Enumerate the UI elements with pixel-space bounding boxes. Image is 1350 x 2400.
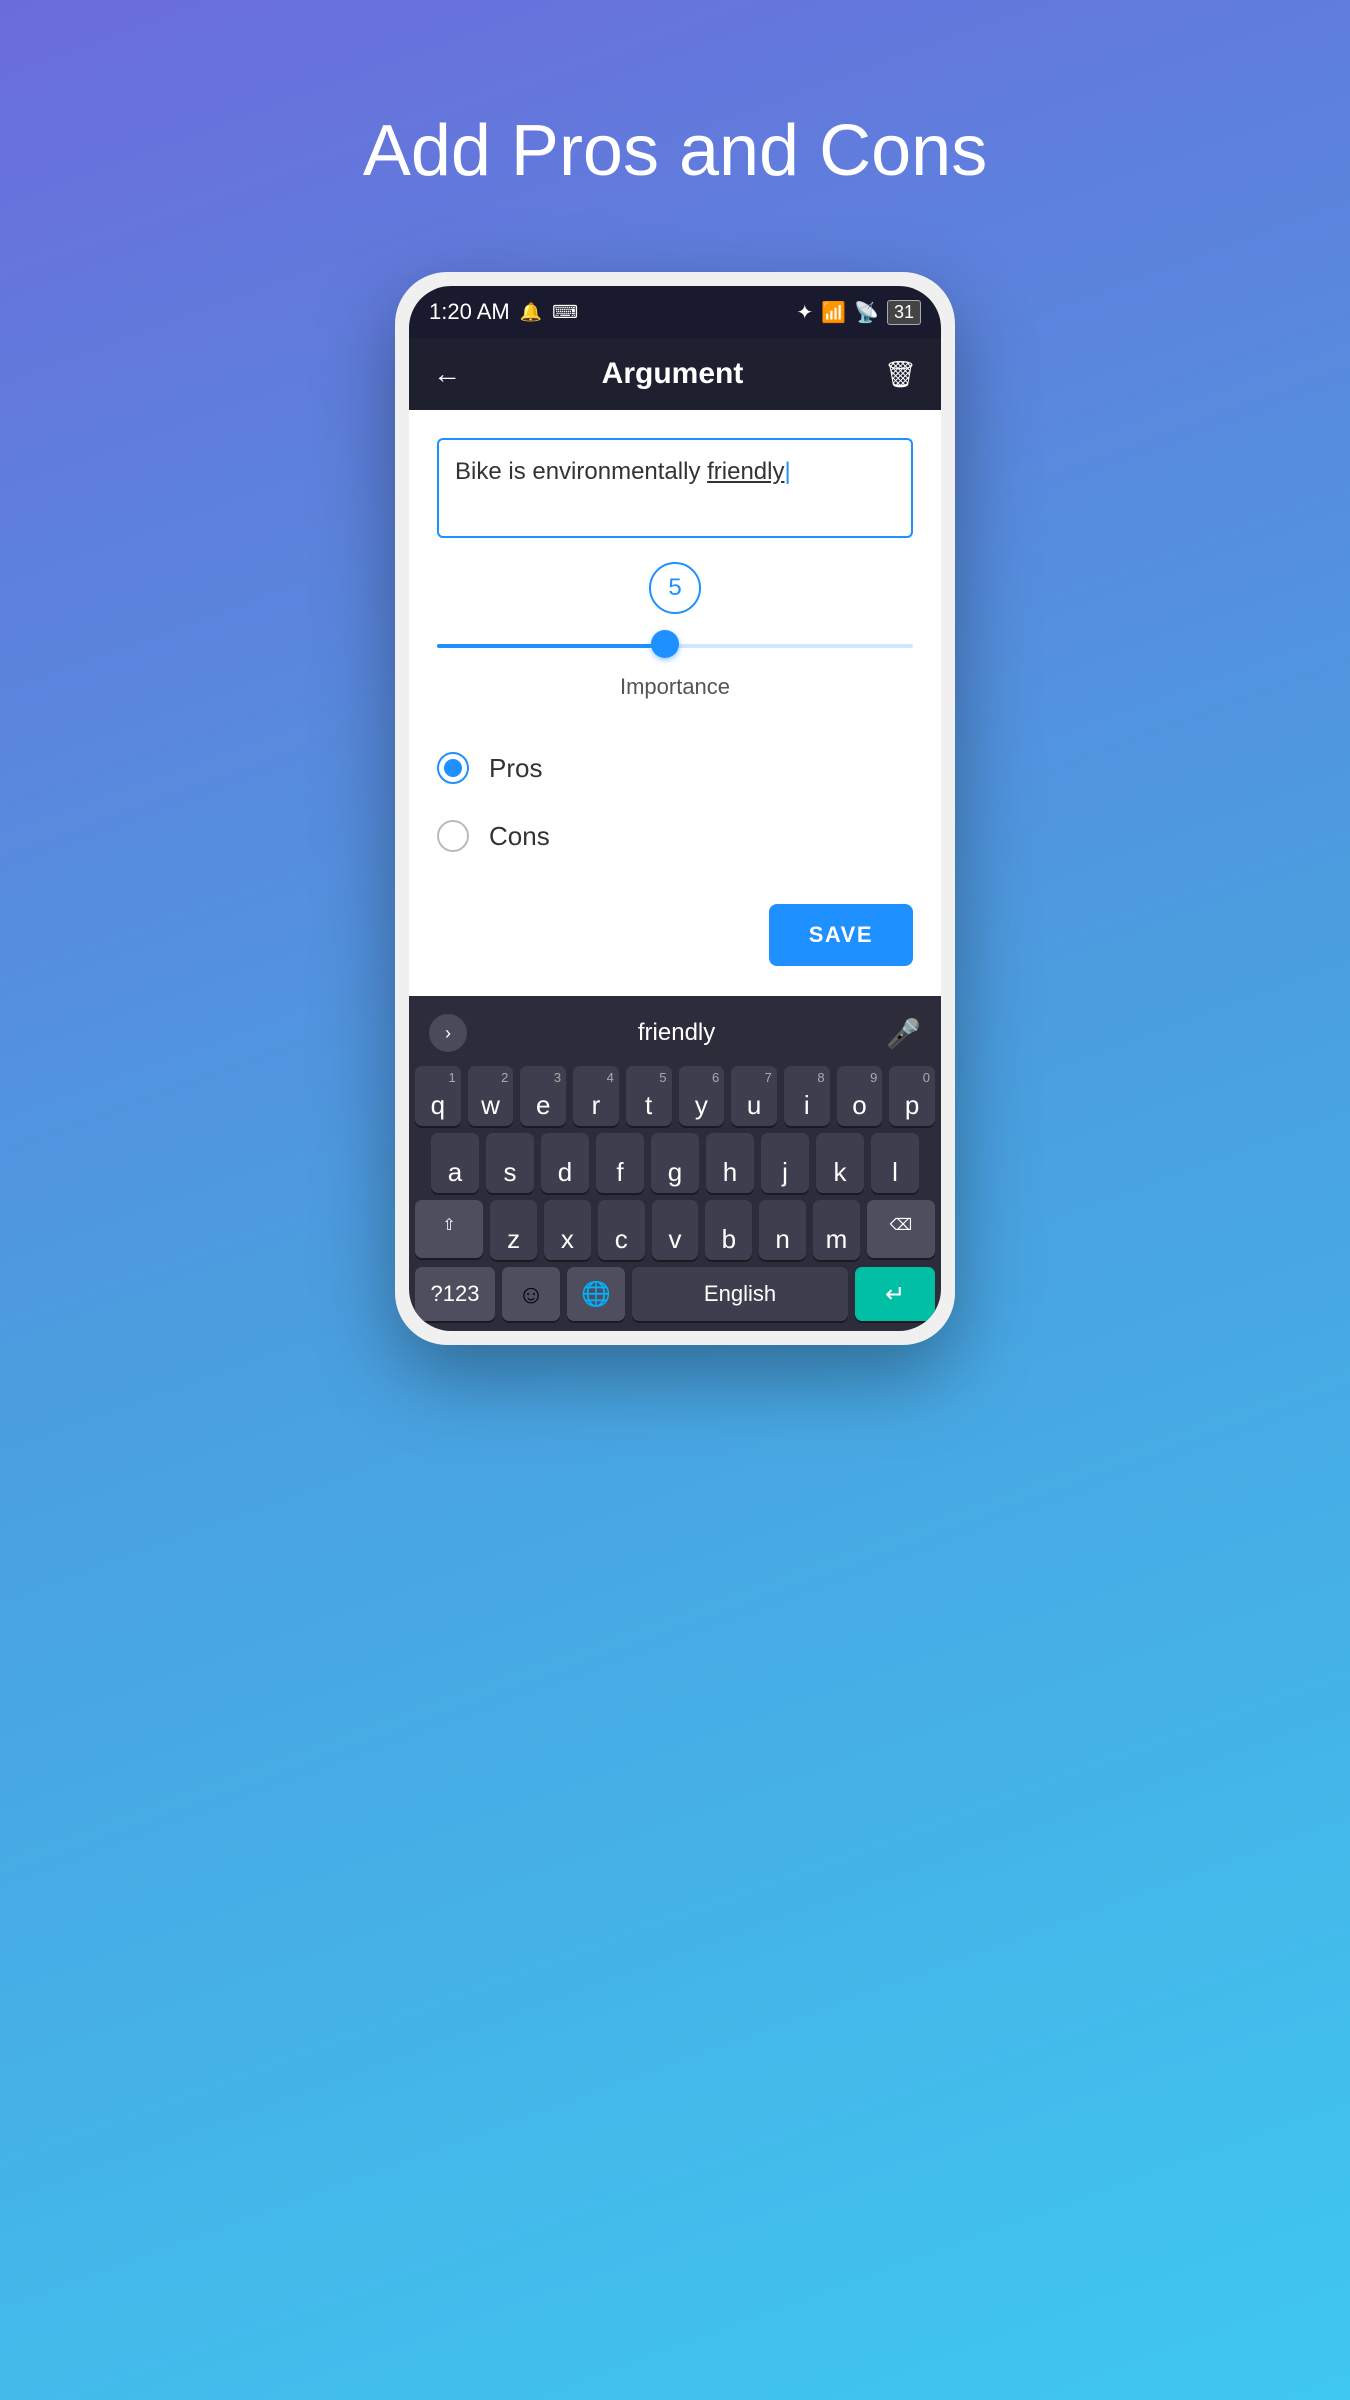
- delete-button[interactable]: 🗑: [884, 359, 917, 390]
- pros-label: Pros: [489, 753, 542, 784]
- key-t[interactable]: 5t: [626, 1066, 672, 1126]
- key-r[interactable]: 4r: [573, 1066, 619, 1126]
- text-cursor: [784, 458, 790, 485]
- battery-indicator: 31: [887, 300, 921, 325]
- importance-slider-section: 5 Importance: [437, 562, 913, 700]
- emoji-key[interactable]: ☺: [502, 1267, 560, 1321]
- pros-radio-item[interactable]: Pros: [437, 734, 913, 802]
- key-c[interactable]: c: [598, 1200, 645, 1260]
- input-cursor-word: friendly: [707, 458, 784, 485]
- content-area: Bike is environmentally friendly 5 Impor…: [409, 410, 941, 996]
- bluetooth-icon: ✦: [796, 300, 813, 325]
- globe-key[interactable]: 🌐: [567, 1267, 625, 1321]
- key-j[interactable]: j: [761, 1133, 809, 1193]
- signal-icon: 📶: [821, 300, 846, 325]
- app-bar: ← Argument 🗑: [409, 338, 941, 410]
- key-y[interactable]: 6y: [679, 1066, 725, 1126]
- key-u[interactable]: 7u: [731, 1066, 777, 1126]
- back-button[interactable]: ←: [433, 358, 461, 390]
- keyboard-row-1: 1q 2w 3e 4r 5t 6y 7u 8i 9o 0p: [415, 1066, 935, 1126]
- backspace-key[interactable]: ⌫: [867, 1200, 935, 1258]
- phone-shell: 1:20 AM 🔔 ⌨ ✦ 📶 📡 31 ← Argument 🗑 Bike i…: [395, 272, 955, 1345]
- slider-thumb[interactable]: [651, 630, 679, 658]
- slider-label: Importance: [620, 674, 730, 700]
- key-k[interactable]: k: [816, 1133, 864, 1193]
- pros-cons-radio-group: Pros Cons: [437, 724, 913, 880]
- save-button[interactable]: SAVE: [769, 904, 913, 966]
- key-f[interactable]: f: [596, 1133, 644, 1193]
- app-bar-title: Argument: [461, 357, 884, 391]
- cons-radio-item[interactable]: Cons: [437, 802, 913, 870]
- suggestion-expand-button[interactable]: ›: [429, 1014, 467, 1052]
- key-m[interactable]: m: [813, 1200, 860, 1260]
- suggestion-bar: › friendly 🎤: [415, 1006, 935, 1066]
- key-l[interactable]: l: [871, 1133, 919, 1193]
- cons-label: Cons: [489, 821, 550, 852]
- cons-radio-button[interactable]: [437, 820, 469, 852]
- key-v[interactable]: v: [652, 1200, 699, 1260]
- key-b[interactable]: b: [705, 1200, 752, 1260]
- key-n[interactable]: n: [759, 1200, 806, 1260]
- slider-track: [437, 644, 913, 648]
- suggestion-word[interactable]: friendly: [638, 1019, 715, 1047]
- key-p[interactable]: 0p: [889, 1066, 935, 1126]
- keyboard: › friendly 🎤 1q 2w 3e 4r 5t 6y 7u 8i 9o …: [409, 996, 941, 1331]
- notification-icon: 🔔: [520, 302, 542, 323]
- language-key[interactable]: English: [632, 1267, 848, 1321]
- status-bar: 1:20 AM 🔔 ⌨ ✦ 📶 📡 31: [409, 286, 941, 338]
- num-key[interactable]: ?123: [415, 1267, 495, 1321]
- slider-value-badge: 5: [649, 562, 701, 614]
- key-h[interactable]: h: [706, 1133, 754, 1193]
- shift-key[interactable]: ⇧: [415, 1200, 483, 1258]
- mic-button[interactable]: 🎤: [886, 1017, 921, 1050]
- page-title: Add Pros and Cons: [363, 110, 987, 192]
- key-w[interactable]: 2w: [468, 1066, 514, 1126]
- keyboard-row-2: a s d f g h j k l: [415, 1133, 935, 1193]
- keyboard-icon: ⌨: [552, 302, 578, 323]
- key-x[interactable]: x: [544, 1200, 591, 1260]
- phone-inner: 1:20 AM 🔔 ⌨ ✦ 📶 📡 31 ← Argument 🗑 Bike i…: [409, 286, 941, 1331]
- key-d[interactable]: d: [541, 1133, 589, 1193]
- wifi-icon: 📡: [854, 300, 879, 325]
- slider-fill: [437, 644, 665, 648]
- slider-track-wrapper[interactable]: [437, 626, 913, 666]
- enter-key[interactable]: ↵: [855, 1267, 935, 1321]
- key-o[interactable]: 9o: [837, 1066, 883, 1126]
- keyboard-row-3: ⇧ z x c v b n m ⌫: [415, 1200, 935, 1260]
- key-a[interactable]: a: [431, 1133, 479, 1193]
- status-time: 1:20 AM: [429, 299, 510, 325]
- argument-text-input[interactable]: Bike is environmentally friendly: [437, 438, 913, 538]
- key-e[interactable]: 3e: [520, 1066, 566, 1126]
- pros-radio-button[interactable]: [437, 752, 469, 784]
- pros-radio-inner: [444, 759, 462, 777]
- key-q[interactable]: 1q: [415, 1066, 461, 1126]
- keyboard-bottom-row: ?123 ☺ 🌐 English ↵: [415, 1267, 935, 1321]
- key-s[interactable]: s: [486, 1133, 534, 1193]
- input-text: Bike is environmentally friendly: [455, 458, 895, 486]
- key-i[interactable]: 8i: [784, 1066, 830, 1126]
- save-button-row: SAVE: [437, 904, 913, 976]
- key-g[interactable]: g: [651, 1133, 699, 1193]
- key-z[interactable]: z: [490, 1200, 537, 1260]
